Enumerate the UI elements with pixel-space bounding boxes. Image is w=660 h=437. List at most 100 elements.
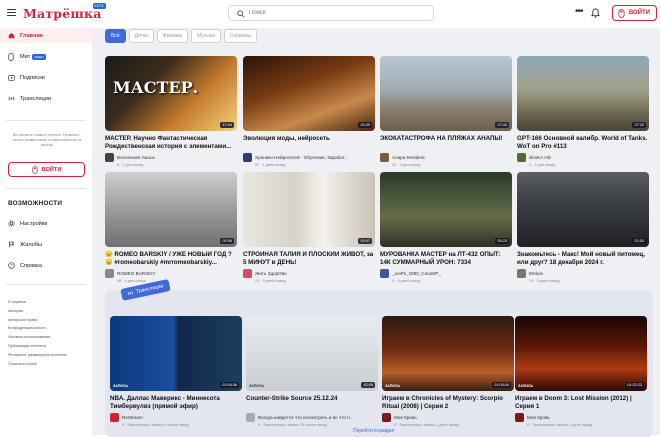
video-card[interactable]: 27:20 GPT-166 Основной калибр. World of … xyxy=(517,56,649,167)
video-title[interactable]: Counter-Strike Source 25.12.24 xyxy=(246,395,378,411)
video-card[interactable]: 05:23 МУРОВАНКА МАСТЕР на ЛТ-432 ОПЫТ: 1… xyxy=(380,172,512,283)
logo[interactable]: Матрёшка БЕТА xyxy=(23,3,106,22)
channel-row[interactable]: _uniFb_1980_C4unEP_ xyxy=(380,269,512,278)
video-thumbnail[interactable]: 02:53 xyxy=(517,172,649,247)
avatar xyxy=(243,153,252,162)
video-thumbnail[interactable]: 00:39 xyxy=(243,56,375,131)
channel-row[interactable]: Хроники Нейросетей - Обучение, Заработ..… xyxy=(243,153,375,162)
sidebar-item-mit[interactable]: Мит скоро xyxy=(0,49,92,64)
video-title[interactable]: ЭКОКАТАСТРОФА НА ПЛЯЖАХ АНАПЫ! xyxy=(380,135,512,151)
sidebar-login-button[interactable]: ВОЙТИ xyxy=(8,162,85,177)
footer-link[interactable]: Регламент размещения контента xyxy=(8,351,67,360)
avatar xyxy=(515,413,524,422)
channel-row[interactable]: Anapa Resident xyxy=(380,153,512,162)
sidebar: Главная Мит скоро Подписки Трансляции Вы… xyxy=(0,28,92,435)
sidebar-item-help[interactable]: ? Справка xyxy=(0,258,92,273)
video-title[interactable]: Знакомьтесь - Макс! Мой новый питомец, и… xyxy=(517,251,649,267)
sidebar-divider xyxy=(6,284,86,285)
search-input[interactable] xyxy=(249,10,419,16)
video-thumbnail[interactable]: МАСТЕР. 17:44 xyxy=(105,56,237,131)
video-card[interactable]: 00:39 Эволюция моды, нейросеть Хроники Н… xyxy=(243,56,375,167)
channel-row[interactable]: Моя Кровь xyxy=(382,413,514,422)
sidebar-item-home[interactable]: Главная xyxy=(0,28,92,43)
duration-badge: 17:44 xyxy=(220,122,234,128)
duration-badge: 05:23 xyxy=(495,238,509,244)
video-title[interactable]: Играем в Chronicles of Mystery: Scorpio … xyxy=(382,395,514,411)
footer-link[interactable]: Авторское право xyxy=(8,316,67,325)
footer-link[interactable]: Условия использования xyxy=(8,333,67,342)
channel-row[interactable]: slimKA HD xyxy=(517,153,649,162)
video-title[interactable]: GPT-166 Основной калибр. World of Tanks.… xyxy=(517,135,649,151)
sidebar-item-complaints[interactable]: Жалобы xyxy=(0,237,92,252)
live-card[interactable]: ЗАПИСЬ 01:22:23 Играем в Doom 3: Lost Mi… xyxy=(515,316,647,427)
avatar xyxy=(105,153,114,162)
video-title[interactable]: СТРОЙНАЯ ТАЛИЯ И ПЛОСКИЙ ЖИВОТ, за 5 МИН… xyxy=(243,251,375,267)
sidebar-item-label: Подписки xyxy=(20,74,45,81)
video-card[interactable]: 00:07 СТРОЙНАЯ ТАЛИЯ И ПЛОСКИЙ ЖИВОТ, за… xyxy=(243,172,375,283)
filter-chip-all[interactable]: Всё xyxy=(105,29,126,43)
video-meta: 32 · 4 дня назад xyxy=(392,163,421,167)
duration-badge: 01:05:04 xyxy=(492,382,511,388)
footer-link[interactable]: Публикация контента xyxy=(8,342,67,351)
video-title[interactable]: МАСТЕР. Научно Фантастическая Рождествен… xyxy=(105,135,237,151)
live-card[interactable]: ЗАПИСЬ 01:05:04 Играем в Chronicles of M… xyxy=(382,316,514,427)
sidebar-item-label: Главная xyxy=(20,32,43,39)
video-card[interactable]: МАСТЕР. 17:44 МАСТЕР. Научно Фантастичес… xyxy=(105,56,237,167)
filter-chip-kids[interactable]: Детки xyxy=(128,29,154,43)
video-thumbnail[interactable]: ЗАПИСЬ 42:05 xyxy=(246,316,378,391)
video-thumbnail[interactable]: 00:07 xyxy=(243,172,375,247)
video-thumbnail[interactable]: ЗАПИСЬ 02:06:36 xyxy=(110,316,242,391)
filter-chip-series[interactable]: Сериалы xyxy=(223,29,258,43)
home-icon xyxy=(8,32,15,39)
video-title[interactable]: МУРОВАНКА МАСТЕР на ЛТ-432 ОПЫТ: 14К СУМ… xyxy=(380,251,512,267)
video-title[interactable]: Играем в Doom 3: Lost Mission (2012) | С… xyxy=(515,395,647,411)
main-content: Всё Детки Фильмы Музыка Сериалы МАСТЕР. … xyxy=(92,28,660,437)
video-meta: 14 · 5 дней назад xyxy=(529,279,560,283)
recording-tag: ЗАПИСЬ xyxy=(249,384,265,388)
footer-link[interactable]: Конфиденциальность xyxy=(8,324,67,333)
sidebar-login-label: ВОЙТИ xyxy=(41,166,62,173)
video-card[interactable]: 07:42 ЭКОКАТАСТРОФА НА ПЛЯЖАХ АНАПЫ! Ana… xyxy=(380,56,512,167)
search-box[interactable] xyxy=(228,5,434,21)
channel-row[interactable]: ROMEO BARSKIY xyxy=(105,269,237,278)
channel-name: slimKA HD xyxy=(529,155,551,160)
go-to-section-link[interactable]: Перейти в раздел xyxy=(353,428,394,434)
channel-row[interactable]: Вселенная Ужаса xyxy=(105,153,237,162)
video-meta: 23 · 5 дней назад xyxy=(255,279,286,283)
video-title[interactable]: 😠 ROMEO BARSKIY / УЖЕ НОВЫЙ ГОД ? 😠 #rom… xyxy=(105,251,237,267)
sidebar-item-subscriptions[interactable]: Подписки xyxy=(0,70,92,85)
filter-chips: Всё Детки Фильмы Музыка Сериалы xyxy=(105,29,258,43)
live-card[interactable]: ЗАПИСЬ 02:06:36 NBA. Даллас Маверикс - М… xyxy=(110,316,242,427)
footer-link[interactable]: Политика cookie xyxy=(8,360,67,369)
channel-row[interactable]: ReStream xyxy=(110,413,242,422)
avatar xyxy=(382,413,391,422)
filter-chip-music[interactable]: Музыка xyxy=(191,29,221,43)
help-icon: ? xyxy=(8,262,15,269)
channel-row[interactable]: Всегда найдется что посмотреть и во что … xyxy=(246,413,378,422)
live-card[interactable]: ЗАПИСЬ 42:05 Counter-Strike Source 25.12… xyxy=(246,316,378,427)
footer-link[interactable]: Авторам xyxy=(8,307,67,316)
video-thumbnail[interactable]: 27:20 xyxy=(517,56,649,131)
sidebar-item-broadcasts[interactable]: Трансляции xyxy=(0,91,92,106)
video-thumbnail[interactable]: 00:56 xyxy=(105,172,237,247)
sidebar-item-settings[interactable]: Настройки xyxy=(0,216,92,231)
video-title[interactable]: Эволюция моды, нейросеть xyxy=(243,135,375,151)
video-thumbnail[interactable]: 05:23 xyxy=(380,172,512,247)
header-login-button[interactable]: ВОЙТИ xyxy=(612,5,657,21)
menu-icon[interactable] xyxy=(7,9,16,17)
channel-row[interactable]: Жить ЗдорОво xyxy=(243,269,375,278)
video-thumbnail[interactable]: ЗАПИСЬ 01:05:04 xyxy=(382,316,514,391)
recording-tag: ЗАПИСЬ xyxy=(113,384,129,388)
channel-row[interactable]: Моя Кровь xyxy=(515,413,647,422)
video-thumbnail[interactable]: ЗАПИСЬ 01:22:23 xyxy=(515,316,647,391)
bell-icon[interactable] xyxy=(591,8,600,18)
channel-name: Вселенная Ужаса xyxy=(117,155,155,160)
footer-link[interactable]: О сервисе xyxy=(8,298,67,307)
video-thumbnail[interactable]: 07:42 xyxy=(380,56,512,131)
channel-row[interactable]: Eteluin xyxy=(517,269,649,278)
video-card[interactable]: 00:56 😠 ROMEO BARSKIY / УЖЕ НОВЫЙ ГОД ? … xyxy=(105,172,237,283)
video-title[interactable]: NBA. Даллас Маверикс - Миннесота Тимберв… xyxy=(110,395,242,411)
video-card[interactable]: 02:53 Знакомьтесь - Макс! Мой новый пито… xyxy=(517,172,649,283)
more-options-icon[interactable]: ••• xyxy=(575,6,583,17)
filter-chip-movies[interactable]: Фильмы xyxy=(156,29,189,43)
